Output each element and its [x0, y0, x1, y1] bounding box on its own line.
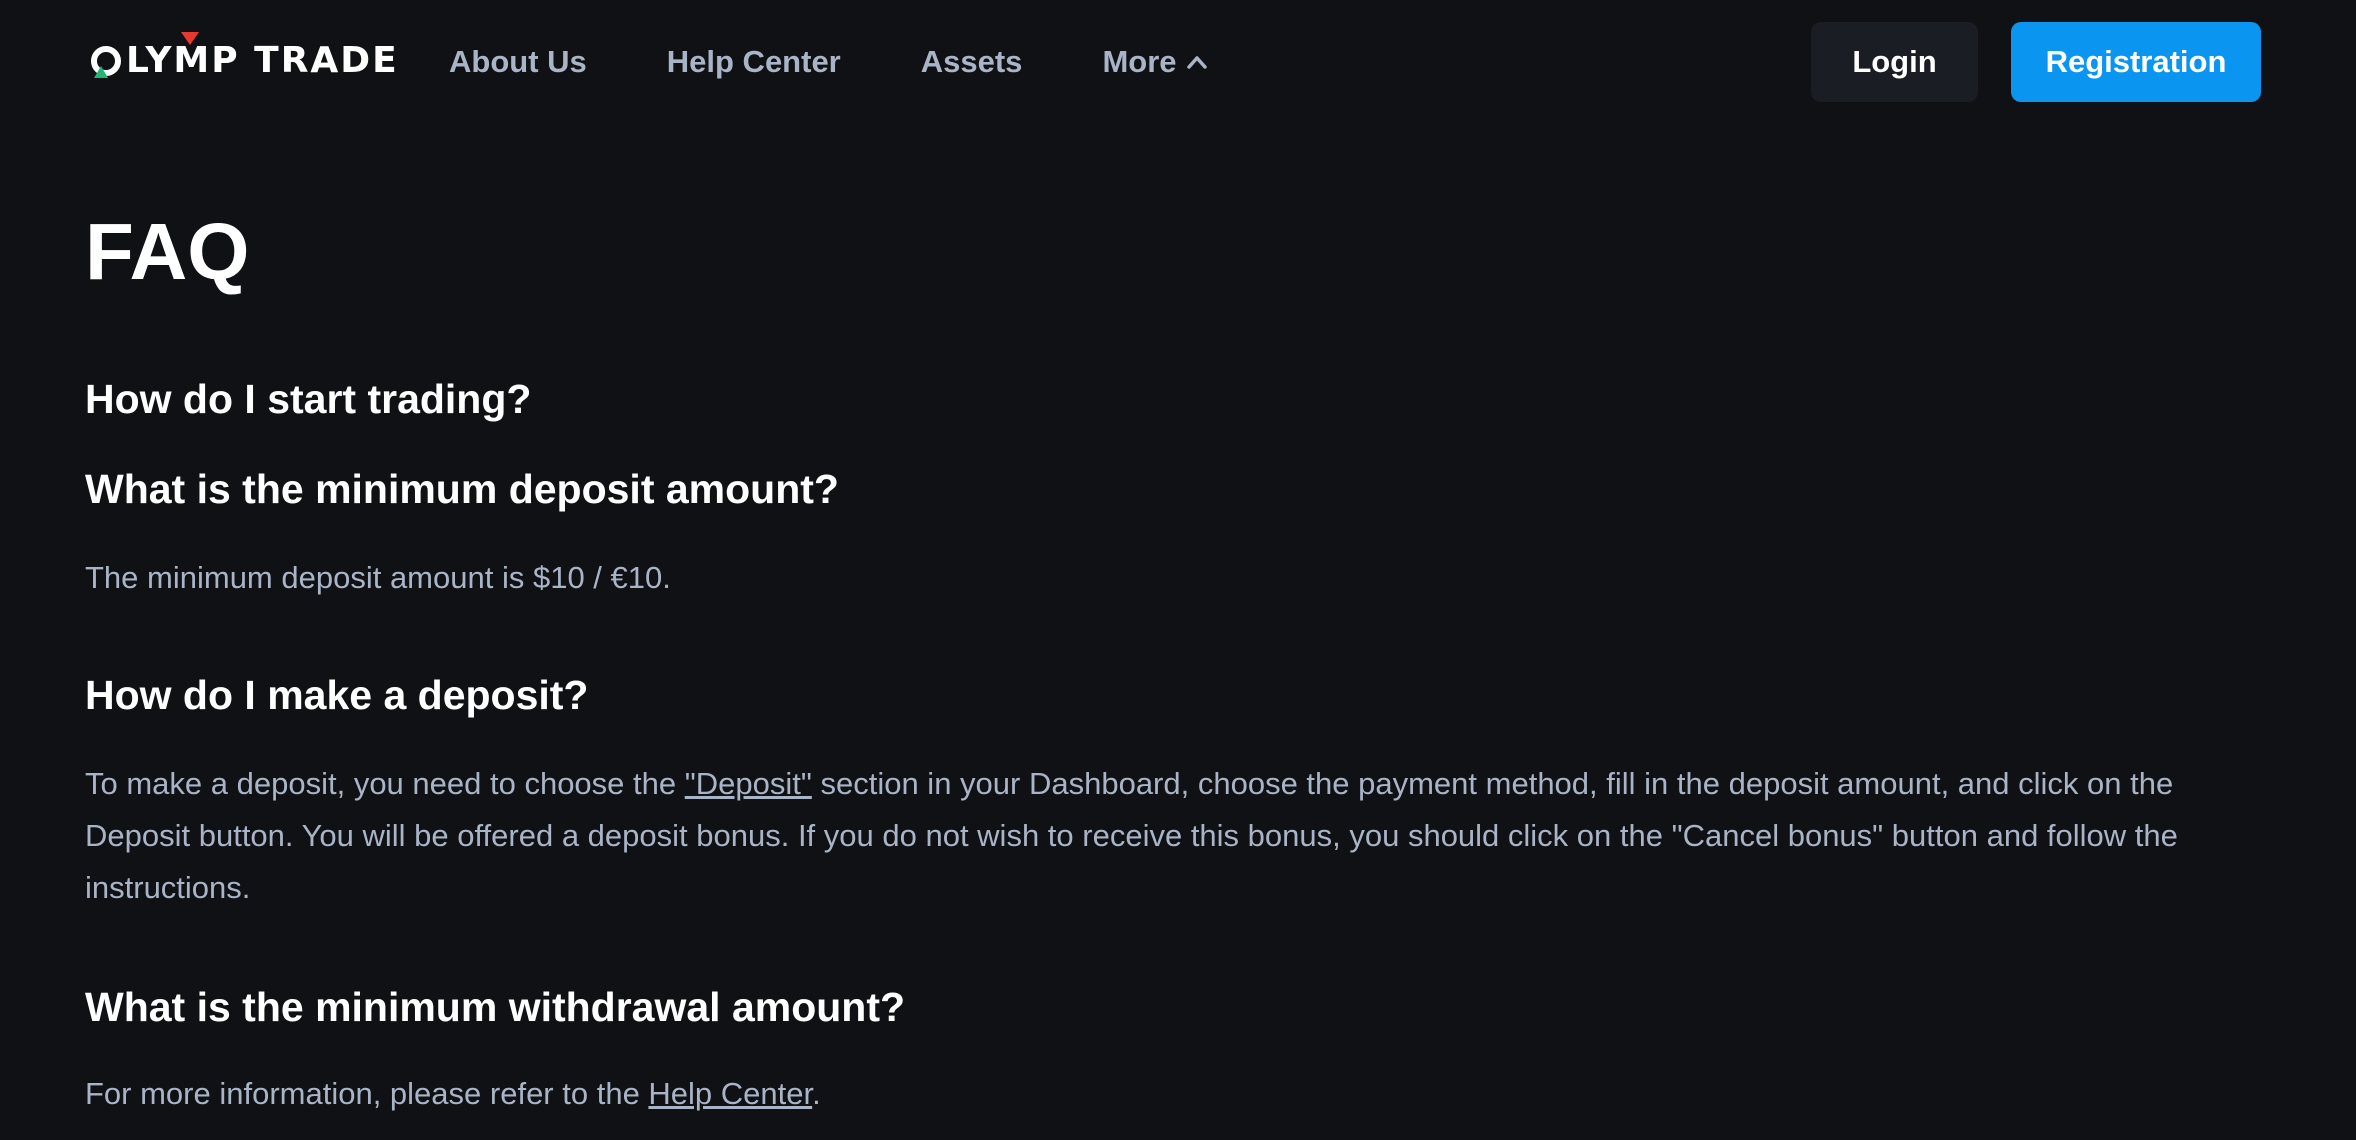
nav-help-center[interactable]: Help Center	[667, 44, 841, 80]
nav-about-us[interactable]: About Us	[449, 44, 587, 80]
site-header: LYM P TRADE About Us Help Center Assets M…	[0, 0, 2356, 124]
deposit-link[interactable]: "Deposit"	[685, 766, 812, 801]
page-title: FAQ	[85, 207, 250, 296]
faq-answer-min-deposit: The minimum deposit amount is $10 / €10.	[85, 560, 671, 595]
faq-question-make-deposit[interactable]: How do I make a deposit?	[85, 670, 588, 720]
nav-more-label: More	[1102, 44, 1177, 79]
registration-button[interactable]: Registration	[2011, 22, 2261, 102]
nav-assets[interactable]: Assets	[921, 44, 1023, 80]
faq-question-min-deposit[interactable]: What is the minimum deposit amount?	[85, 464, 839, 514]
answer-text: For more information, please refer to th…	[85, 1076, 649, 1111]
faq-answer-min-withdrawal: For more information, please refer to th…	[85, 1068, 2280, 1120]
olymp-logo-icon	[91, 46, 121, 78]
main-nav: About Us Help Center Assets More	[449, 40, 1207, 84]
olymp-trade-logo[interactable]: LYM P TRADE	[90, 31, 399, 81]
login-button[interactable]: Login	[1811, 22, 1978, 102]
logo-wordmark: LYM P TRADE	[126, 31, 399, 81]
nav-more[interactable]: More	[1102, 44, 1207, 80]
faq-answer-make-deposit: To make a deposit, you need to choose th…	[85, 758, 2280, 914]
logo-red-triangle-icon	[181, 31, 200, 45]
nav-help-center-label: Help Center	[666, 44, 841, 79]
nav-about-us-label: About Us	[449, 44, 587, 79]
nav-assets-label: Assets	[920, 44, 1023, 79]
answer-text: .	[812, 1076, 821, 1111]
chevron-up-icon	[1186, 56, 1207, 69]
faq-question-start-trading[interactable]: How do I start trading?	[85, 374, 531, 424]
faq-question-min-withdrawal[interactable]: What is the minimum withdrawal amount?	[85, 982, 905, 1032]
help-center-link[interactable]: Help Center	[648, 1076, 812, 1111]
answer-text: To make a deposit, you need to choose th…	[85, 766, 685, 801]
